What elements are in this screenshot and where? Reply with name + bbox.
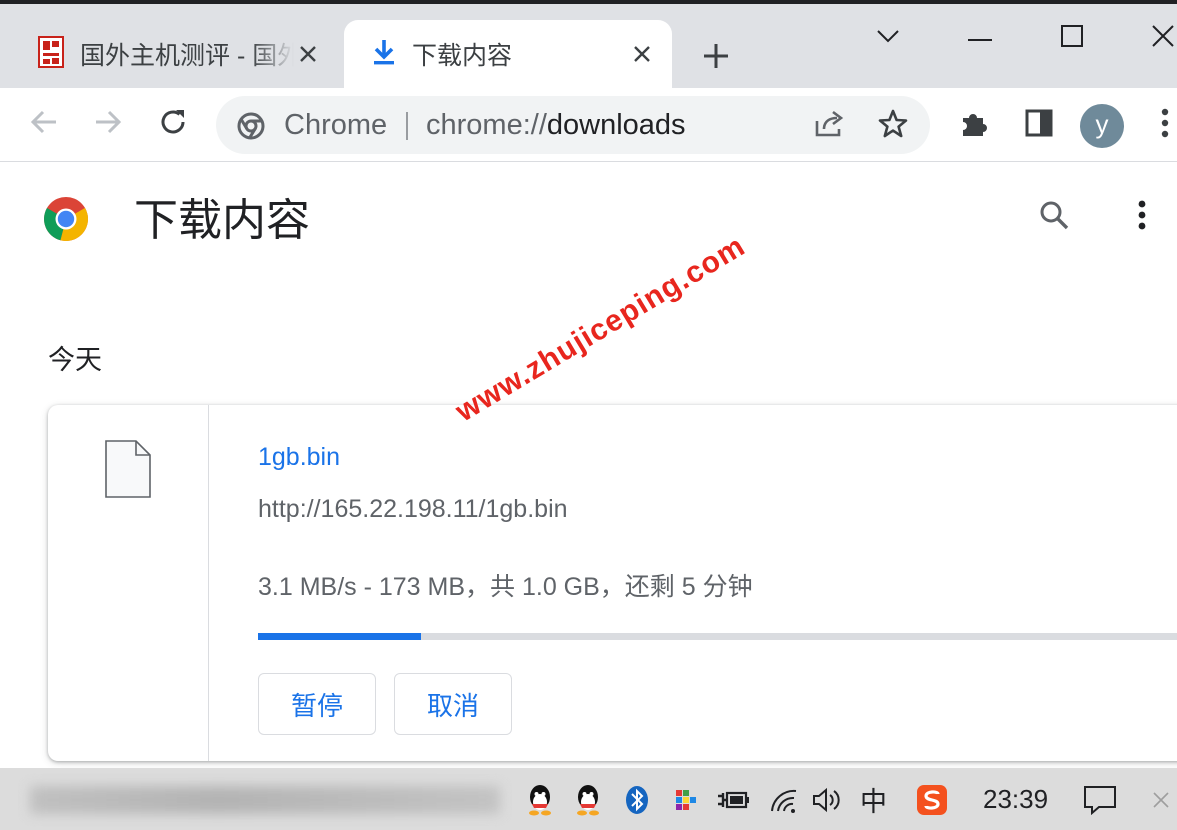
app-icon[interactable]: [668, 782, 704, 818]
cancel-button[interactable]: 取消: [394, 673, 512, 735]
file-source-url[interactable]: http://165.22.198.11/1gb.bin: [258, 495, 568, 524]
close-icon: [1151, 24, 1175, 53]
minimize-icon: [968, 29, 992, 47]
tab-search-button[interactable]: [858, 18, 918, 58]
address-bar[interactable]: Chrome chrome://downloads: [216, 96, 930, 154]
new-tab-button[interactable]: [698, 40, 734, 76]
chevron-down-icon: [876, 29, 900, 48]
taskbar-clock[interactable]: 23:39: [983, 784, 1048, 815]
wifi-icon[interactable]: [766, 782, 802, 818]
sogou-icon[interactable]: [914, 782, 950, 818]
extensions-icon: [959, 108, 989, 143]
side-panel-icon: [1025, 109, 1053, 142]
tab-title: 国外主机测评 - 国外: [80, 42, 294, 70]
download-status: 3.1 MB/s - 173 MB，共 1.0 GB，还剩 5 分钟: [258, 573, 753, 601]
side-panel-button[interactable]: [1020, 106, 1058, 144]
downloads-header: 下载内容: [0, 163, 1177, 273]
bookmark-button[interactable]: [876, 109, 910, 143]
maximize-icon: [1061, 24, 1083, 52]
volume-icon[interactable]: [808, 782, 844, 818]
tab-close-icon[interactable]: [294, 40, 322, 68]
bluetooth-icon[interactable]: [619, 782, 655, 818]
maximize-button[interactable]: [1042, 18, 1102, 58]
bookmark-star-icon: [878, 109, 908, 144]
download-icon: [372, 38, 396, 71]
download-progress-fill: [258, 633, 422, 640]
menu-kebab-icon: [1161, 108, 1169, 143]
share-button[interactable]: [812, 109, 846, 143]
share-icon: [813, 109, 845, 144]
reload-icon: [158, 107, 188, 142]
battery-plug-icon[interactable]: [715, 782, 751, 818]
date-heading: 今天: [48, 345, 102, 375]
notification-icon[interactable]: [1082, 782, 1118, 818]
reload-button[interactable]: [155, 106, 191, 142]
chrome-menu-button[interactable]: [1146, 106, 1177, 144]
qq-icon[interactable]: [570, 782, 606, 818]
site-chip: Chrome: [284, 109, 388, 141]
show-desktop-area[interactable]: [1143, 782, 1177, 818]
tab-downloads[interactable]: 下载内容: [344, 20, 672, 88]
search-icon: [1038, 199, 1070, 236]
back-button[interactable]: [26, 106, 62, 142]
more-actions-button[interactable]: [1122, 197, 1162, 237]
file-icon: [104, 439, 152, 499]
chrome-page-icon: [236, 111, 266, 141]
url-path: downloads: [546, 109, 686, 141]
file-name-link[interactable]: 1gb.bin: [258, 443, 340, 472]
page-title: 下载内容: [134, 196, 310, 245]
plus-icon: [703, 43, 729, 74]
omnibox-separator: [406, 112, 408, 140]
url-text[interactable]: chrome://downloads: [426, 109, 686, 141]
search-downloads-button[interactable]: [1034, 197, 1074, 237]
ime-indicator[interactable]: 中: [860, 780, 887, 819]
browser-toolbar: Chrome chrome://downloads y: [0, 88, 1177, 162]
site-favicon-icon: [38, 35, 64, 73]
taskbar: 中 23:39: [0, 768, 1177, 830]
forward-arrow-icon: [94, 109, 122, 140]
chrome-logo-icon: [43, 196, 89, 242]
back-arrow-icon: [30, 109, 58, 140]
download-item-card: 1gb.bin http://165.22.198.11/1gb.bin 3.1…: [48, 405, 1177, 761]
tab-close-icon[interactable]: [628, 40, 656, 68]
card-divider: [208, 405, 209, 761]
qq-icon[interactable]: [522, 782, 558, 818]
forward-button[interactable]: [90, 106, 126, 142]
tab-title: 下载内容: [412, 42, 513, 70]
url-scheme: chrome://: [426, 109, 547, 141]
download-progress-bar: [258, 633, 1177, 640]
taskbar-apps-blurred: [30, 786, 500, 814]
tab-site[interactable]: 国外主机测评 - 国外: [18, 20, 338, 88]
more-vert-icon: [1138, 200, 1146, 235]
minimize-button[interactable]: [950, 18, 1010, 58]
close-window-button[interactable]: [1133, 18, 1177, 58]
pause-button[interactable]: 暂停: [258, 673, 376, 735]
profile-avatar[interactable]: y: [1080, 104, 1124, 148]
tab-strip: 国外主机测评 - 国外 下载内容: [0, 4, 1177, 88]
extensions-button[interactable]: [955, 106, 993, 144]
